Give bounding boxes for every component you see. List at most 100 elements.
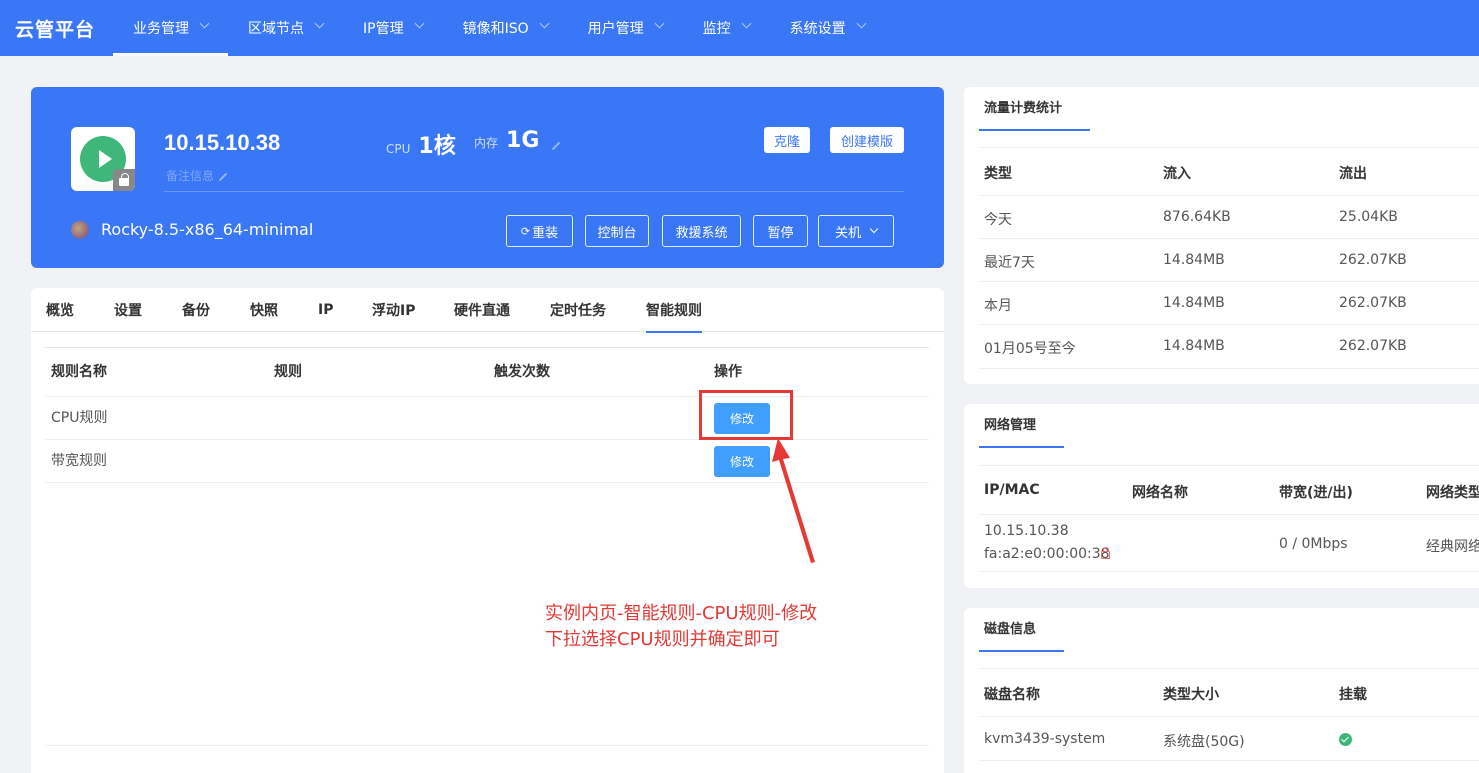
brand-logo[interactable]: 云管平台 <box>15 15 95 42</box>
column-header: 规则名称 <box>51 364 107 380</box>
tab-settings[interactable]: 设置 <box>114 288 142 332</box>
nav-item-business[interactable]: 业务管理 <box>113 0 229 56</box>
memory-value: 1G <box>506 128 540 153</box>
memory-spec: 内存 1G <box>474 128 561 153</box>
shutdown-label: 关机 <box>834 225 861 241</box>
os-name: Rocky-8.5-x86_64-minimal <box>71 220 313 239</box>
divider <box>979 147 1479 148</box>
tab-scheduled-tasks[interactable]: 定时任务 <box>550 288 606 332</box>
header-divider <box>164 191 904 192</box>
detail-tabs: 概览 设置 备份 快照 IP 浮动IP 硬件直通 定时任务 智能规则 <box>31 288 944 333</box>
network-ip: 10.15.10.38 <box>984 523 1069 539</box>
clone-button[interactable]: 克隆 <box>764 127 810 153</box>
divider <box>979 281 1479 282</box>
annotation-line-2: 下拉选择CPU规则并确定即可 <box>545 629 780 650</box>
nav-item-image[interactable]: 镜像和ISO <box>443 0 568 56</box>
column-header: 挂载 <box>1339 687 1367 703</box>
nav-item-label: 用户管理 <box>587 21 644 37</box>
column-header: 触发次数 <box>494 364 550 380</box>
check-circle-icon <box>1339 733 1352 746</box>
cpu-value: 1核 <box>418 134 456 159</box>
chevron-down-icon <box>539 18 550 28</box>
tab-backup[interactable]: 备份 <box>182 288 210 332</box>
chevron-down-icon <box>314 18 325 28</box>
divider <box>979 514 1479 515</box>
instance-status-box <box>71 127 135 191</box>
remark-field[interactable]: 备注信息 <box>166 167 228 184</box>
annotation-line-1: 实例内页-智能规则-CPU规则-修改 <box>545 603 818 624</box>
cpu-spec: CPU 1核 <box>386 128 456 160</box>
table-bottom-divider <box>45 745 929 746</box>
divider <box>979 238 1479 239</box>
column-header: 流出 <box>1339 166 1367 182</box>
nav-item-label: 区域节点 <box>248 21 305 37</box>
traffic-type: 本月 <box>984 298 1012 314</box>
chevron-down-icon <box>199 18 210 28</box>
edit-spec-icon[interactable] <box>552 141 561 151</box>
chevron-down-icon <box>856 18 867 28</box>
disk-type-size: 系统盘(50G) <box>1163 734 1245 750</box>
nav-item-settings[interactable]: 系统设置 <box>770 0 885 56</box>
network-card: 网络管理 IP/MAC 网络名称 带宽(进/出) 网络类型 10.15.10.3… <box>964 404 1479 588</box>
top-nav: 云管平台 业务管理 区域节点 IP管理 镜像和ISO 用户管理 监控 系统设置 <box>0 0 1479 56</box>
nav-item-label: 系统设置 <box>789 21 846 37</box>
create-template-button[interactable]: 创建模版 <box>830 127 904 153</box>
nav-item-monitor[interactable]: 监控 <box>683 0 770 56</box>
lock-icon[interactable] <box>113 169 135 191</box>
instance-header-card: 10.15.10.38 备注信息 CPU 1核 内存 1G 克隆 创建模版 Ro… <box>31 87 944 268</box>
rocky-linux-icon <box>71 220 89 239</box>
rescue-system-button[interactable]: 救援系统 <box>662 215 741 247</box>
traffic-in: 14.84MB <box>1163 295 1225 311</box>
reinstall-label: 重装 <box>532 225 559 241</box>
cpu-label: CPU <box>386 142 411 156</box>
nav-item-region[interactable]: 区域节点 <box>228 0 343 56</box>
reinstall-button[interactable]: ⟳ 重装 <box>506 215 573 247</box>
tab-ip[interactable]: IP <box>318 288 333 332</box>
card-title: 网络管理 <box>978 404 1065 448</box>
rule-name: CPU规则 <box>51 410 108 426</box>
nav-item-ip[interactable]: IP管理 <box>343 0 443 56</box>
tab-floating-ip[interactable]: 浮动IP <box>372 288 415 332</box>
memory-label: 内存 <box>474 136 499 150</box>
lock-icon <box>1101 547 1110 559</box>
card-title: 流量计费统计 <box>978 87 1091 131</box>
column-header: 磁盘名称 <box>984 687 1040 703</box>
chevron-down-icon <box>741 18 752 28</box>
column-header: 规则 <box>274 364 302 380</box>
traffic-out: 262.07KB <box>1339 338 1407 354</box>
chevron-down-icon <box>869 224 879 234</box>
chevron-down-icon <box>414 18 425 28</box>
chevron-down-icon <box>654 18 665 28</box>
divider <box>979 716 1479 717</box>
table-header: 规则名称 规则 触发次数 操作 <box>45 348 929 397</box>
traffic-in: 14.84MB <box>1163 252 1225 268</box>
tab-overview[interactable]: 概览 <box>46 288 74 332</box>
tab-snapshot[interactable]: 快照 <box>250 288 278 332</box>
column-header: 带宽(进/出) <box>1279 485 1353 501</box>
card-title: 磁盘信息 <box>978 608 1065 652</box>
nav-item-users[interactable]: 用户管理 <box>568 0 683 56</box>
rule-name: 带宽规则 <box>51 453 107 469</box>
pause-button[interactable]: 暂停 <box>753 215 808 247</box>
nav-item-label: IP管理 <box>363 21 404 37</box>
column-header: 流入 <box>1163 166 1191 182</box>
os-name-text: Rocky-8.5-x86_64-minimal <box>101 220 314 239</box>
divider <box>979 571 1479 572</box>
edit-pencil-icon[interactable] <box>218 172 228 181</box>
nav-item-label: 业务管理 <box>133 21 190 37</box>
column-header: 网络名称 <box>1132 485 1188 501</box>
console-button[interactable]: 控制台 <box>585 215 649 247</box>
network-type: 经典网络 <box>1426 539 1479 555</box>
divider <box>979 195 1479 196</box>
divider <box>979 324 1479 325</box>
shutdown-dropdown[interactable]: 关机 <box>818 215 894 247</box>
divider <box>979 668 1479 669</box>
divider <box>979 465 1479 466</box>
traffic-type: 今天 <box>984 212 1012 228</box>
instance-ip: 10.15.10.38 <box>164 130 281 155</box>
tab-hardware-passthrough[interactable]: 硬件直通 <box>454 288 510 332</box>
column-header: 类型 <box>984 166 1012 182</box>
nav-item-label: 监控 <box>702 21 731 37</box>
tab-smart-rules[interactable]: 智能规则 <box>646 288 702 333</box>
traffic-in: 876.64KB <box>1163 209 1231 225</box>
